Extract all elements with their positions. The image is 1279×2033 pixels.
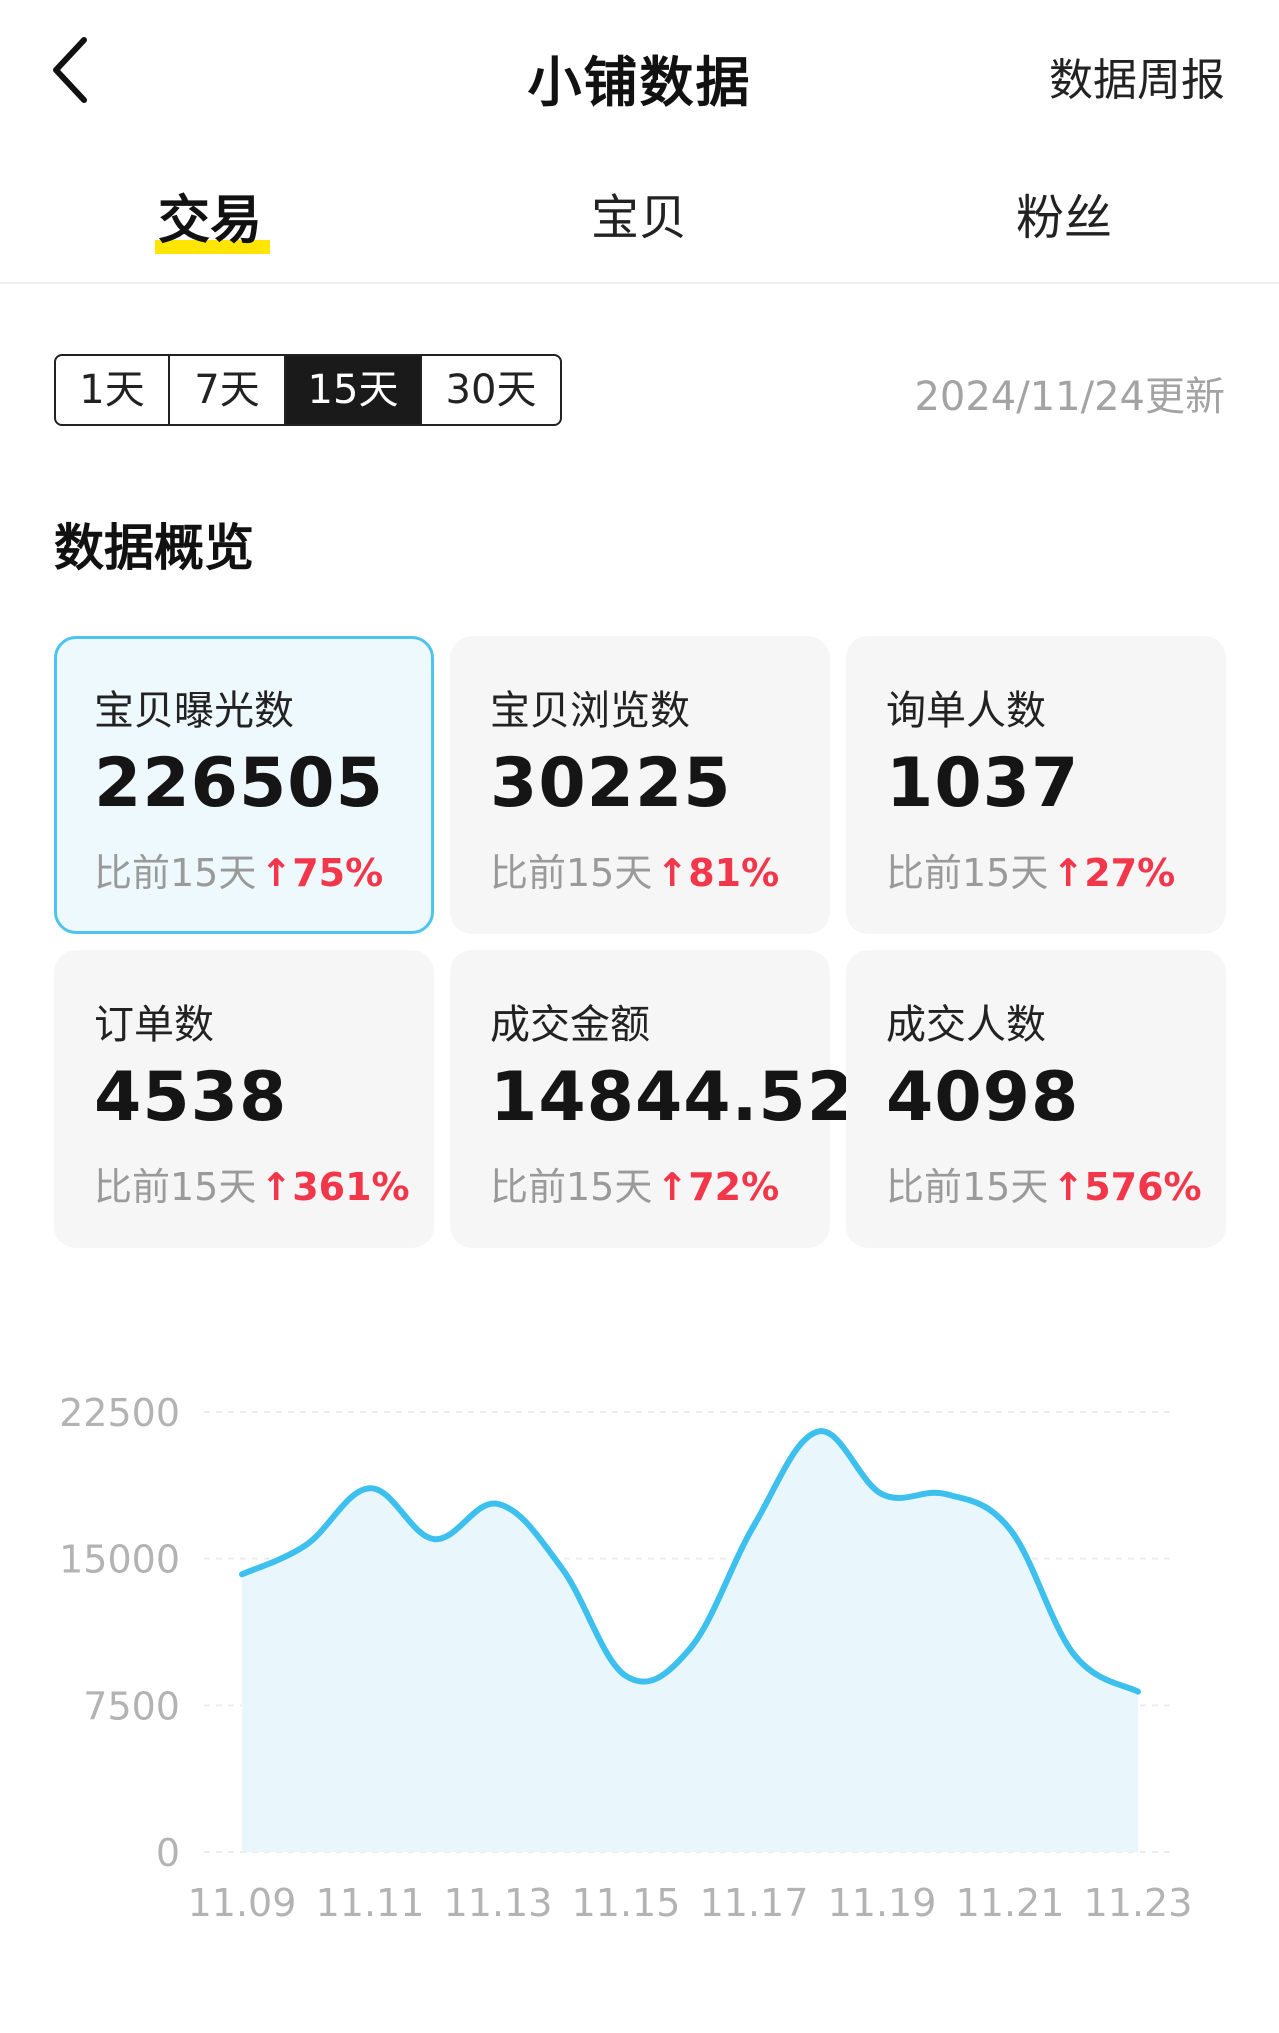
metric-card-orders[interactable]: 订单数 4538 比前15天 ↑361%	[54, 950, 434, 1248]
change-percent: 81%	[688, 851, 780, 895]
metric-label: 宝贝浏览数	[490, 688, 690, 734]
x-tick-label: 11.17	[700, 1881, 809, 1925]
metric-card-inquiries[interactable]: 询单人数 1037 比前15天 ↑27%	[846, 636, 1226, 934]
trend-chart-svg: 22500 15000 7500 011.09 11.11 11.13 11.15 11.17…	[59, 1391, 1193, 1925]
tab-label: 宝贝	[590, 190, 687, 246]
arrow-up-icon: ↑	[1052, 851, 1085, 895]
metric-label: 询单人数	[886, 688, 1046, 734]
weekly-report-link[interactable]: 数据周报	[1049, 44, 1225, 108]
period-selector: 1天 7天 15天 30天	[54, 354, 562, 426]
metric-compare: 比前15天 ↑576%	[886, 1156, 1202, 1211]
metric-label: 成交人数	[886, 1002, 1046, 1048]
arrow-up-icon: ↑	[656, 851, 689, 895]
metric-compare: 比前15天 ↑361%	[94, 1156, 410, 1211]
metric-compare: 比前15天 ↑75%	[94, 842, 383, 897]
tab-fans[interactable]: 粉丝	[934, 178, 1194, 248]
change-percent: 576%	[1084, 1165, 1202, 1209]
period-option-15d[interactable]: 15天	[284, 356, 420, 424]
compare-text: 比前15天	[490, 851, 653, 895]
metric-card-exposure[interactable]: 宝贝曝光数 226505 比前15天 ↑75%	[54, 636, 434, 934]
y-tick-label: 22500	[59, 1391, 180, 1435]
change-percent: 27%	[1084, 851, 1176, 895]
y-tick-label: 15000	[59, 1538, 180, 1582]
tab-label: 交易	[157, 191, 262, 251]
arrow-up-icon: ↑	[260, 1165, 293, 1209]
trend-chart: 22500 15000 7500 0 11.09 11.11 11.13 11.15 11.17…	[0, 1360, 1279, 1960]
tab-label: 粉丝	[1015, 190, 1112, 246]
compare-text: 比前15天	[490, 1165, 653, 1209]
compare-text: 比前15天	[94, 1165, 257, 1209]
x-tick-label: 11.21	[956, 1881, 1065, 1925]
x-tick-label: 11.13	[444, 1881, 553, 1925]
y-tick-label: 7500	[83, 1684, 180, 1728]
metric-card-views[interactable]: 宝贝浏览数 30225 比前15天 ↑81%	[450, 636, 830, 934]
tab-bar: 交易 宝贝 粉丝	[0, 150, 1279, 284]
x-tick-label: 11.15	[572, 1881, 681, 1925]
metric-value: 4098	[886, 1058, 1080, 1137]
metric-compare: 比前15天 ↑72%	[490, 1156, 779, 1211]
compare-text: 比前15天	[94, 851, 257, 895]
metric-value: 14844.52	[490, 1058, 856, 1137]
arrow-up-icon: ↑	[260, 851, 293, 895]
metric-value: 1037	[886, 744, 1080, 823]
x-tick-label: 11.23	[1084, 1881, 1193, 1925]
compare-text: 比前15天	[886, 851, 1049, 895]
x-tick-label: 11.09	[188, 1881, 297, 1925]
metric-label: 订单数	[94, 1002, 214, 1048]
tab-items[interactable]: 宝贝	[509, 178, 769, 248]
arrow-up-icon: ↑	[656, 1165, 689, 1209]
metric-compare: 比前15天 ↑81%	[490, 842, 779, 897]
change-percent: 72%	[688, 1165, 780, 1209]
period-option-1d[interactable]: 1天	[56, 356, 168, 424]
compare-text: 比前15天	[886, 1165, 1049, 1209]
header: 小铺数据 数据周报	[0, 0, 1279, 150]
metric-value: 30225	[490, 744, 732, 823]
metric-value: 4538	[94, 1058, 288, 1137]
metric-value: 226505	[94, 744, 384, 823]
x-tick-label: 11.19	[828, 1881, 937, 1925]
metric-card-gmv[interactable]: 成交金额 14844.52 比前15天 ↑72%	[450, 950, 854, 1248]
change-percent: 75%	[292, 851, 384, 895]
change-percent: 361%	[292, 1165, 410, 1209]
section-title: 数据概览	[54, 519, 254, 577]
series-area	[242, 1431, 1138, 1852]
metric-label: 成交金额	[490, 1002, 650, 1048]
period-option-30d[interactable]: 30天	[420, 356, 560, 424]
period-option-7d[interactable]: 7天	[168, 356, 284, 424]
y-tick-label: 0	[156, 1831, 180, 1875]
x-tick-label: 11.11	[316, 1881, 425, 1925]
metric-compare: 比前15天 ↑27%	[886, 842, 1175, 897]
tab-trade[interactable]: 交易	[80, 178, 340, 254]
metric-label: 宝贝曝光数	[94, 688, 294, 734]
metric-card-buyers[interactable]: 成交人数 4098 比前15天 ↑576%	[846, 950, 1226, 1248]
update-time: 2024/11/24更新	[914, 374, 1225, 420]
arrow-up-icon: ↑	[1052, 1165, 1085, 1209]
